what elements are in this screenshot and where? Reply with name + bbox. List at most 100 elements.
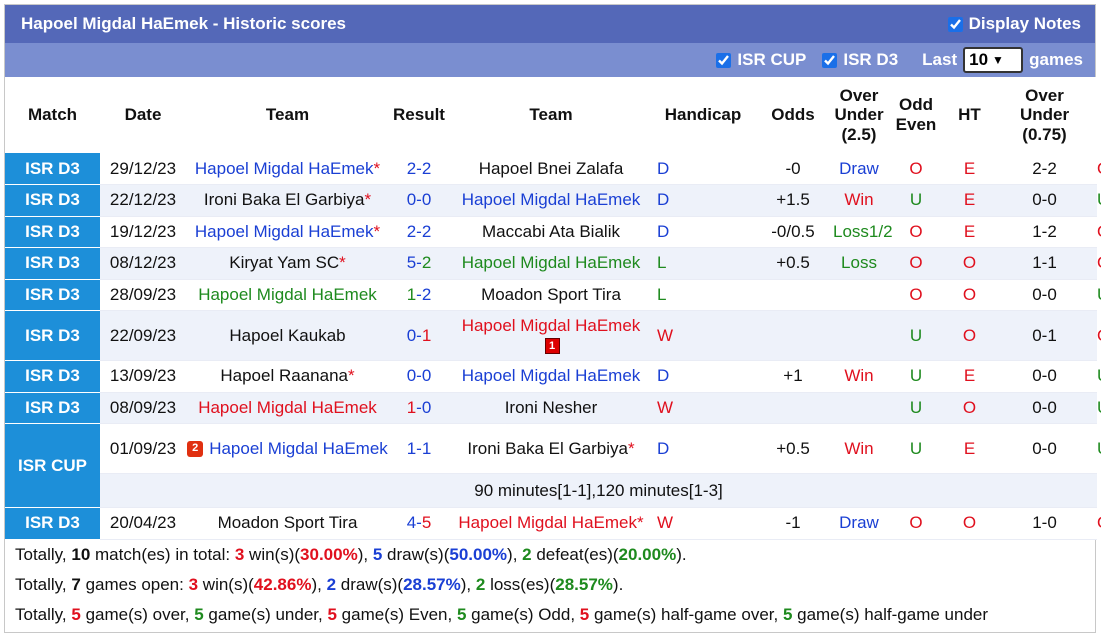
home-team[interactable]: Moadon Sport Tira (186, 507, 389, 540)
last-games-select[interactable]: 10 ▼ (963, 47, 1024, 73)
away-team[interactable]: Moadon Sport Tira (449, 279, 653, 311)
away-team-name[interactable]: Hapoel Migdal HaEmek (462, 253, 641, 272)
summary-over-under: Totally, 5 game(s) over, 5 game(s) under… (15, 604, 989, 624)
table-row[interactable]: ISR D3 22/12/23 Ironi Baka El Garbiya* 0-0 H… (5, 184, 1101, 217)
isr-cup-checkbox[interactable] (716, 52, 732, 68)
odds-result: Draw (833, 153, 885, 185)
away-team[interactable]: Hapoel Bnei Zalafa (449, 153, 653, 185)
result[interactable]: 5-2 (389, 247, 449, 280)
home-team-name[interactable]: Hapoel Migdal HaEmek (209, 439, 388, 458)
home-team-name[interactable]: Ironi Baka El Garbiya (204, 190, 365, 209)
match-date: 08/09/23 (100, 392, 186, 424)
away-team-name[interactable]: Ironi Nesher (505, 398, 598, 417)
league-badge[interactable]: ISR D3 (5, 310, 100, 361)
result[interactable]: 1-2 (389, 279, 449, 311)
away-team-name[interactable]: Hapoel Migdal HaEmek (462, 190, 641, 209)
table-row[interactable]: ISR D3 19/12/23 Hapoel Migdal HaEmek* 2-2 Ma… (5, 216, 1101, 248)
match-note-row: 90 minutes[1-1],120 minutes[1-3] (5, 473, 1097, 508)
away-team-name[interactable]: Moadon Sport Tira (481, 285, 621, 304)
result[interactable]: 0-1 (389, 310, 449, 361)
result[interactable]: 0-0 (389, 360, 449, 393)
home-team-name[interactable]: Moadon Sport Tira (218, 513, 358, 532)
match-date: 19/12/23 (100, 216, 186, 248)
away-team[interactable]: Maccabi Ata Bialik (449, 216, 653, 248)
handicap (753, 392, 833, 424)
result[interactable]: 2-2 (389, 216, 449, 248)
home-team-name[interactable]: Kiryat Yam SC (229, 253, 339, 272)
league-badge[interactable]: ISR D3 (5, 247, 100, 280)
isr-d3-checkbox[interactable] (822, 52, 838, 68)
away-team-name[interactable]: Hapoel Migdal HaEmek (462, 316, 641, 335)
away-team-name[interactable]: Hapoel Migdal HaEmek (458, 513, 637, 532)
result[interactable]: 2-2 (389, 153, 449, 185)
home-team[interactable]: Hapoel Raanana* (186, 360, 389, 393)
col-odds: Odds (753, 77, 833, 153)
display-notes-checkbox[interactable] (947, 16, 963, 32)
result[interactable]: 4-5 (389, 507, 449, 540)
last-games-value: 10 (969, 50, 989, 69)
league-badge[interactable]: ISR D3 (5, 153, 100, 185)
match-date: 20/04/23 (100, 507, 186, 540)
home-team[interactable]: 2 Hapoel Migdal HaEmek (186, 423, 389, 474)
odd-even: E (947, 153, 992, 185)
odds-result: Win (833, 423, 885, 474)
away-team[interactable]: Hapoel Migdal HaEmek* (449, 507, 653, 540)
away-team-name[interactable]: Maccabi Ata Bialik (482, 222, 620, 241)
away-team[interactable]: Hapoel Migdal HaEmek (449, 184, 653, 217)
table-row[interactable]: ISR CUP 01/09/23 2 Hapoel Migdal HaEmek 1-1 I… (5, 423, 1101, 508)
away-team[interactable]: Hapoel Migdal HaEmek 1 (449, 310, 653, 361)
table-row[interactable]: ISR D3 08/09/23 Hapoel Migdal HaEmek 1-0 Iro… (5, 392, 1101, 424)
isr-d3-filter[interactable]: ISR D3 (822, 50, 898, 70)
panel-title: Hapoel Migdal HaEmek - Historic scores (21, 14, 346, 33)
table-row[interactable]: ISR D3 29/12/23 Hapoel Migdal HaEmek* 2-2 Ha… (5, 153, 1101, 185)
away-team-name[interactable]: Hapoel Migdal HaEmek (462, 366, 641, 385)
isr-cup-filter[interactable]: ISR CUP (716, 50, 806, 70)
win-draw-loss: D (653, 184, 753, 217)
home-team[interactable]: Hapoel Migdal HaEmek* (186, 216, 389, 248)
home-team[interactable]: Hapoel Migdal HaEmek* (186, 153, 389, 185)
home-team[interactable]: Hapoel Migdal HaEmek (186, 392, 389, 424)
home-star: * (339, 253, 346, 273)
away-team-name[interactable]: Hapoel Bnei Zalafa (479, 159, 624, 178)
table-row[interactable]: ISR D3 22/09/23 Hapoel Kaukab 0-1 Hapoel Mig… (5, 310, 1101, 361)
odd-even: E (947, 423, 992, 474)
league-badge[interactable]: ISR CUP (5, 423, 100, 508)
home-team-name[interactable]: Hapoel Kaukab (229, 326, 345, 345)
odds-result (833, 279, 885, 311)
isr-cup-label: ISR CUP (737, 50, 807, 69)
home-team-name[interactable]: Hapoel Migdal HaEmek (198, 398, 377, 417)
display-notes-toggle[interactable]: Display Notes (947, 14, 1081, 34)
win-draw-loss: W (653, 507, 753, 540)
over-under-25: U (885, 360, 947, 393)
home-team[interactable]: Hapoel Kaukab (186, 310, 389, 361)
away-team[interactable]: Hapoel Migdal HaEmek (449, 360, 653, 393)
chevron-down-icon: ▼ (992, 53, 1004, 67)
result[interactable]: 1-0 (389, 392, 449, 424)
league-badge[interactable]: ISR D3 (5, 184, 100, 217)
away-team[interactable]: Ironi Baka El Garbiya* (449, 423, 653, 474)
away-team-name[interactable]: Ironi Baka El Garbiya (467, 439, 628, 458)
odds-result: Loss (833, 247, 885, 280)
league-badge[interactable]: ISR D3 (5, 507, 100, 540)
league-badge[interactable]: ISR D3 (5, 360, 100, 393)
home-team[interactable]: Hapoel Migdal HaEmek (186, 279, 389, 311)
col-result: Result (389, 77, 449, 153)
result[interactable]: 0-0 (389, 184, 449, 217)
home-team-name[interactable]: Hapoel Migdal HaEmek (195, 222, 374, 241)
home-team[interactable]: Kiryat Yam SC* (186, 247, 389, 280)
away-team[interactable]: Ironi Nesher (449, 392, 653, 424)
home-team-name[interactable]: Hapoel Migdal HaEmek (198, 285, 377, 304)
home-team[interactable]: Ironi Baka El Garbiya* (186, 184, 389, 217)
league-badge[interactable]: ISR D3 (5, 216, 100, 248)
league-badge[interactable]: ISR D3 (5, 279, 100, 311)
away-team[interactable]: Hapoel Migdal HaEmek (449, 247, 653, 280)
home-team-name[interactable]: Hapoel Migdal HaEmek (195, 159, 374, 178)
games-label: games (1029, 50, 1083, 69)
table-row[interactable]: ISR D3 20/04/23 Moadon Sport Tira 4-5 Hapoel… (5, 507, 1101, 540)
table-row[interactable]: ISR D3 08/12/23 Kiryat Yam SC* 5-2 Hapoel Mi… (5, 247, 1101, 280)
result[interactable]: 1-1 (389, 423, 449, 474)
table-row[interactable]: ISR D3 28/09/23 Hapoel Migdal HaEmek 1-2 Moa… (5, 279, 1101, 311)
table-row[interactable]: ISR D3 13/09/23 Hapoel Raanana* 0-0 Hapoel M… (5, 360, 1101, 393)
league-badge[interactable]: ISR D3 (5, 392, 100, 424)
home-team-name[interactable]: Hapoel Raanana (220, 366, 348, 385)
